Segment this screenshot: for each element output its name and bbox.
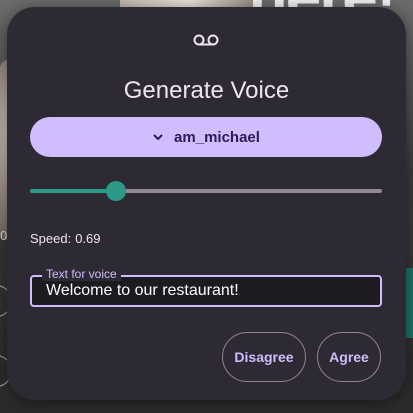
chevron-down-icon bbox=[153, 134, 163, 141]
voice-select[interactable]: am_michael bbox=[30, 117, 382, 157]
voice-select-value: am_michael bbox=[174, 128, 260, 146]
voice-text-input[interactable] bbox=[32, 277, 380, 305]
speed-readout: Speed: 0.69 bbox=[30, 231, 101, 246]
voicemail-icon bbox=[193, 34, 219, 46]
generate-voice-dialog: Generate Voice am_michael Speed: 0.69 Te… bbox=[7, 7, 406, 400]
slider-active-track bbox=[30, 189, 117, 193]
speed-value: 0.69 bbox=[75, 231, 101, 246]
speed-slider[interactable] bbox=[30, 181, 382, 201]
agree-button[interactable]: Agree bbox=[317, 332, 381, 382]
dialog-title: Generate Voice bbox=[123, 77, 290, 104]
voice-text-field: Text for voice bbox=[30, 267, 382, 307]
slider-thumb[interactable] bbox=[106, 181, 127, 201]
disagree-button[interactable]: Disagree bbox=[222, 332, 306, 382]
speed-label: Speed: bbox=[30, 231, 72, 246]
